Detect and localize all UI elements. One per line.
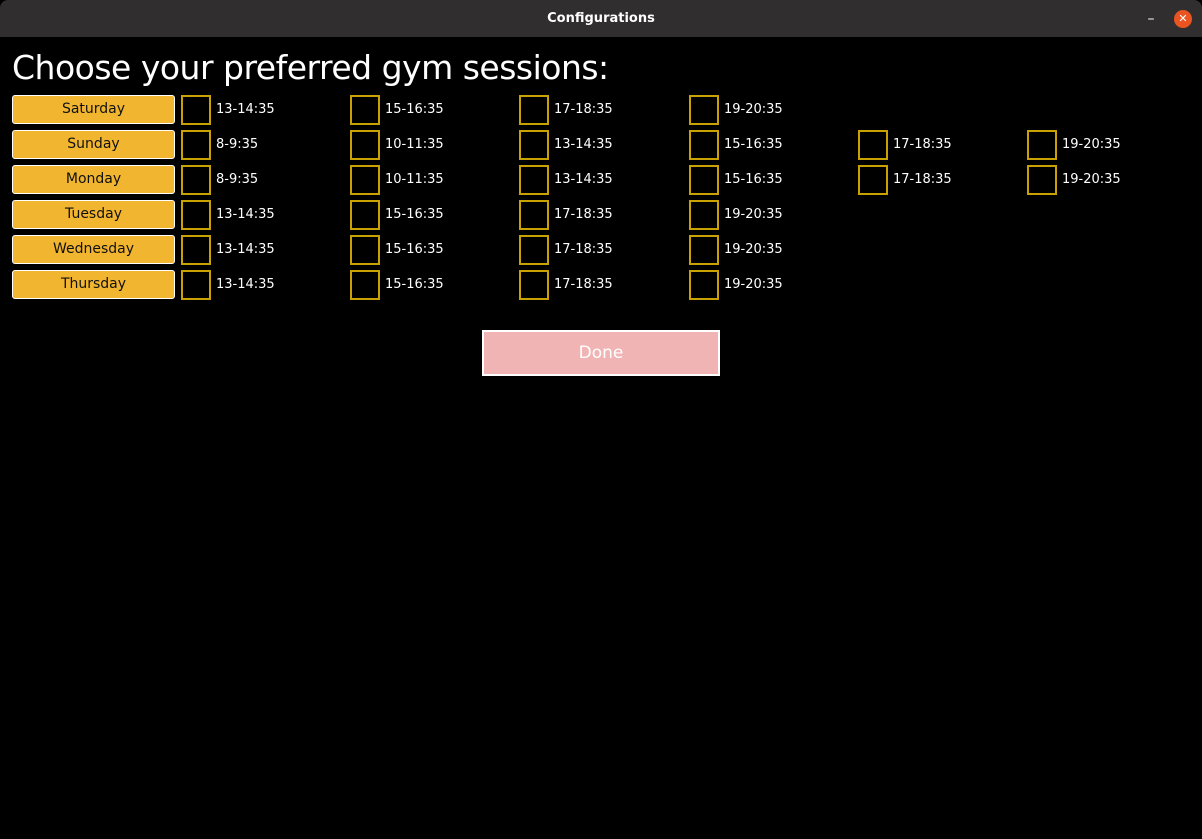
day-row-monday: Monday 8-9:35 10-11:35 13-14:35 15-16:35 17-1… xyxy=(0,165,1202,195)
session-label: 19-20:35 xyxy=(724,277,783,292)
session-label: 15-16:35 xyxy=(385,102,444,117)
session-checkbox[interactable] xyxy=(519,270,549,300)
session-checkbox[interactable] xyxy=(181,165,211,195)
close-icon[interactable]: ✕ xyxy=(1174,10,1192,28)
session-label: 13-14:35 xyxy=(554,172,613,187)
session-label: 17-18:35 xyxy=(554,277,613,292)
session-label: 8-9:35 xyxy=(216,137,259,152)
session-checkbox[interactable] xyxy=(519,200,549,230)
session-label: 17-18:35 xyxy=(554,242,613,257)
session-label: 19-20:35 xyxy=(724,102,783,117)
day-row-thursday: Thursday 13-14:35 15-16:35 17-18:35 19-20:35 xyxy=(0,270,1202,300)
session-label: 15-16:35 xyxy=(385,277,444,292)
day-row-tuesday: Tuesday 13-14:35 15-16:35 17-18:35 19-20:35 xyxy=(0,200,1202,230)
session-checkbox[interactable] xyxy=(350,235,380,265)
day-button-tuesday[interactable]: Tuesday xyxy=(12,200,175,229)
session-label: 19-20:35 xyxy=(1062,137,1121,152)
window-title: Configurations xyxy=(547,11,655,26)
session-checkbox[interactable] xyxy=(350,95,380,125)
day-row-wednesday: Wednesday 13-14:35 15-16:35 17-18:35 19-20:3… xyxy=(0,235,1202,265)
session-label: 8-9:35 xyxy=(216,172,259,187)
session-label: 17-18:35 xyxy=(554,102,613,117)
session-checkbox[interactable] xyxy=(858,165,888,195)
session-label: 13-14:35 xyxy=(216,277,275,292)
day-row-saturday: Saturday 13-14:35 15-16:35 17-18:35 19-20:35 xyxy=(0,95,1202,125)
session-checkbox[interactable] xyxy=(689,130,719,160)
session-label: 15-16:35 xyxy=(385,242,444,257)
session-checkbox[interactable] xyxy=(181,95,211,125)
session-label: 13-14:35 xyxy=(216,207,275,222)
session-label: 10-11:35 xyxy=(385,172,444,187)
session-checkbox[interactable] xyxy=(350,270,380,300)
session-checkbox[interactable] xyxy=(858,130,888,160)
session-label: 13-14:35 xyxy=(554,137,613,152)
session-label: 15-16:35 xyxy=(385,207,444,222)
session-checkbox[interactable] xyxy=(519,235,549,265)
session-label: 13-14:35 xyxy=(216,102,275,117)
day-button-sunday[interactable]: Sunday xyxy=(12,130,175,159)
session-label: 17-18:35 xyxy=(554,207,613,222)
session-checkbox[interactable] xyxy=(519,165,549,195)
session-checkbox[interactable] xyxy=(1027,130,1057,160)
session-checkbox[interactable] xyxy=(181,200,211,230)
session-label: 19-20:35 xyxy=(724,207,783,222)
page-title: Choose your preferred gym sessions: xyxy=(12,48,609,87)
session-label: 10-11:35 xyxy=(385,137,444,152)
session-label: 15-16:35 xyxy=(724,172,783,187)
session-label: 19-20:35 xyxy=(724,242,783,257)
session-checkbox[interactable] xyxy=(1027,165,1057,195)
session-checkbox[interactable] xyxy=(181,235,211,265)
session-label: 13-14:35 xyxy=(216,242,275,257)
session-label: 17-18:35 xyxy=(893,172,952,187)
minimize-icon[interactable]: – xyxy=(1144,12,1158,26)
session-checkbox[interactable] xyxy=(350,165,380,195)
title-bar: Configurations – ✕ xyxy=(0,0,1202,37)
session-checkbox[interactable] xyxy=(181,130,211,160)
session-checkbox[interactable] xyxy=(181,270,211,300)
session-label: 19-20:35 xyxy=(1062,172,1121,187)
session-checkbox[interactable] xyxy=(519,95,549,125)
session-checkbox[interactable] xyxy=(689,200,719,230)
session-label: 15-16:35 xyxy=(724,137,783,152)
day-button-monday[interactable]: Monday xyxy=(12,165,175,194)
session-checkbox[interactable] xyxy=(689,270,719,300)
session-checkbox[interactable] xyxy=(689,235,719,265)
session-checkbox[interactable] xyxy=(350,130,380,160)
session-checkbox[interactable] xyxy=(350,200,380,230)
session-checkbox[interactable] xyxy=(689,95,719,125)
done-button[interactable]: Done xyxy=(482,330,720,376)
day-row-sunday: Sunday 8-9:35 10-11:35 13-14:35 15-16:35 17-1… xyxy=(0,130,1202,160)
session-label: 17-18:35 xyxy=(893,137,952,152)
day-button-saturday[interactable]: Saturday xyxy=(12,95,175,124)
day-button-wednesday[interactable]: Wednesday xyxy=(12,235,175,264)
day-button-thursday[interactable]: Thursday xyxy=(12,270,175,299)
session-checkbox[interactable] xyxy=(689,165,719,195)
session-checkbox[interactable] xyxy=(519,130,549,160)
